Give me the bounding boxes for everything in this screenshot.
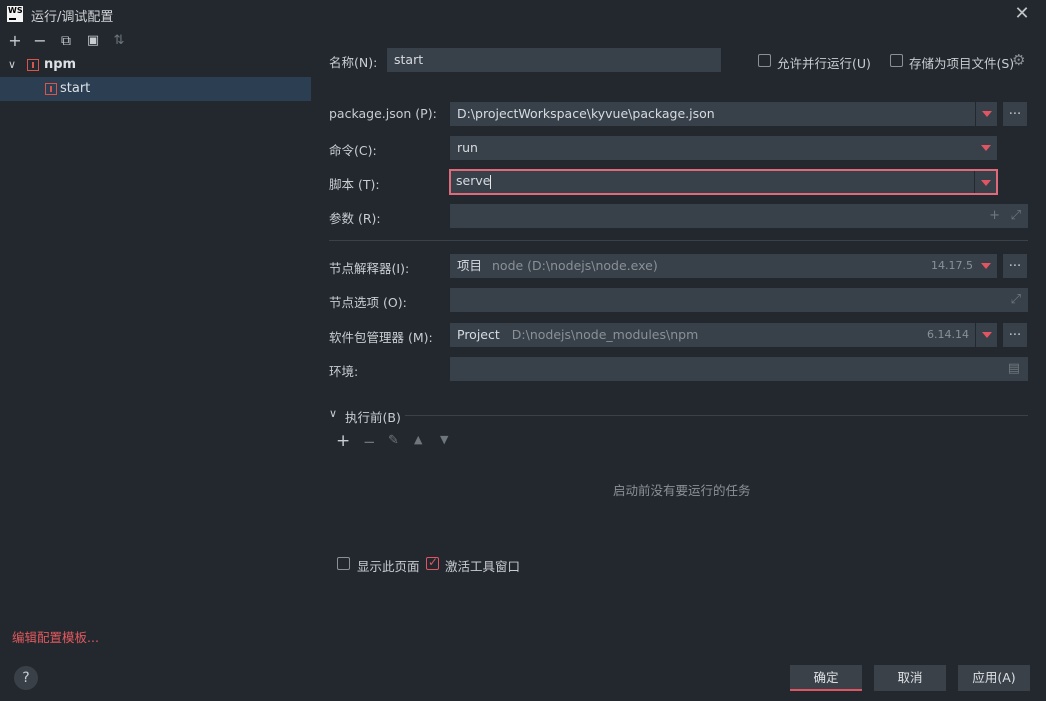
cancel-button[interactable]: 取消 bbox=[874, 665, 946, 691]
title-bar bbox=[0, 0, 1046, 28]
tree-item-label: start bbox=[60, 81, 91, 96]
args-input[interactable]: + ⤢ bbox=[450, 204, 1028, 228]
expand-icon[interactable]: ⤢ bbox=[1011, 204, 1021, 228]
new-folder-icon[interactable]: ▣ bbox=[84, 32, 102, 50]
apply-button[interactable]: 应用(A) bbox=[958, 665, 1030, 691]
divider bbox=[405, 415, 1028, 416]
browse-package-manager-button[interactable]: ... bbox=[1003, 323, 1027, 347]
parallel-label: 允许并行运行(U) bbox=[777, 56, 871, 71]
package-json-label: package.json (P): bbox=[329, 106, 437, 121]
package-manager-select[interactable]: Project D:\nodejs\node_modules\npm 6.14.… bbox=[450, 323, 997, 347]
remove-icon[interactable]: − bbox=[31, 32, 49, 50]
divider bbox=[329, 240, 1028, 241]
show-page-checkbox[interactable] bbox=[337, 557, 350, 570]
save-project-checkbox[interactable] bbox=[890, 54, 903, 67]
chevron-down-icon[interactable]: ∨ bbox=[329, 407, 337, 420]
tree-group-npm[interactable]: ∨ npm bbox=[0, 53, 311, 77]
add-task-icon[interactable]: + bbox=[336, 431, 350, 451]
browse-package-json-button[interactable]: ... bbox=[1003, 102, 1027, 126]
package-json-value: D:\projectWorkspace\kyvue\package.json bbox=[457, 106, 715, 121]
save-project-label: 存储为项目文件(S) bbox=[909, 56, 1015, 71]
move-up-icon[interactable]: ▲ bbox=[414, 433, 422, 446]
tree-item-start[interactable]: start bbox=[0, 77, 311, 101]
edit-templates-link[interactable]: 编辑配置模板... bbox=[12, 627, 99, 646]
interpreter-label: 节点解释器(I): bbox=[329, 261, 410, 276]
script-label: 脚本 (T): bbox=[329, 177, 380, 192]
interpreter-path: node (D:\nodejs\node.exe) bbox=[492, 258, 658, 273]
text-cursor bbox=[490, 174, 492, 189]
node-options-label: 节点选项 (O): bbox=[329, 295, 407, 310]
args-label: 参数 (R): bbox=[329, 211, 381, 226]
name-input[interactable]: start bbox=[387, 48, 721, 72]
show-page-label: 显示此页面 bbox=[357, 559, 420, 574]
gear-icon[interactable]: ⚙ bbox=[1012, 51, 1025, 69]
browse-interpreter-button[interactable]: ... bbox=[1003, 254, 1027, 278]
interpreter-select[interactable]: 项目 node (D:\nodejs\node.exe) 14.17.5 bbox=[450, 254, 997, 278]
package-manager-path: D:\nodejs\node_modules\npm bbox=[511, 327, 699, 342]
chevron-down-icon[interactable] bbox=[974, 171, 996, 193]
activate-tool-label: 激活工具窗口 bbox=[445, 559, 521, 574]
expand-icon[interactable]: ⤢ bbox=[1011, 288, 1021, 312]
package-json-select[interactable]: D:\projectWorkspace\kyvue\package.json bbox=[450, 102, 997, 126]
command-select[interactable]: run bbox=[450, 136, 997, 160]
chevron-down-icon[interactable] bbox=[975, 102, 997, 126]
interpreter-version: 14.17.5 bbox=[931, 259, 973, 272]
edit-task-icon[interactable]: ✎ bbox=[388, 433, 399, 448]
npm-icon bbox=[45, 83, 57, 95]
command-label: 命令(C): bbox=[329, 143, 377, 158]
node-options-input[interactable]: ⤢ bbox=[450, 288, 1028, 312]
chevron-down-icon[interactable]: ∨ bbox=[8, 58, 16, 71]
package-manager-version: 6.14.14 bbox=[927, 328, 969, 341]
env-input[interactable]: ▤ bbox=[450, 357, 1028, 381]
env-label: 环境: bbox=[329, 364, 359, 379]
script-combo[interactable]: serve bbox=[449, 169, 998, 195]
before-launch-label[interactable]: 执行前(B) bbox=[345, 407, 401, 426]
webstorm-logo-icon: WS bbox=[7, 6, 23, 22]
remove-task-icon[interactable]: − bbox=[363, 433, 376, 451]
package-manager-prefix: Project bbox=[457, 327, 500, 342]
document-icon[interactable]: ▤ bbox=[1008, 357, 1020, 381]
help-button[interactable]: ? bbox=[14, 666, 38, 690]
command-value: run bbox=[457, 140, 478, 155]
sort-icon[interactable]: ⇅ bbox=[110, 32, 128, 50]
ok-button[interactable]: 确定 bbox=[790, 665, 862, 691]
add-icon[interactable]: + bbox=[6, 32, 24, 50]
script-value[interactable]: serve bbox=[456, 173, 490, 188]
parallel-checkbox[interactable] bbox=[758, 54, 771, 67]
npm-icon bbox=[27, 59, 39, 71]
chevron-down-icon[interactable] bbox=[975, 136, 997, 160]
before-launch-empty-text: 启动前没有要运行的任务 bbox=[613, 483, 751, 498]
window-title: 运行/调试配置 bbox=[31, 10, 114, 25]
chevron-down-icon[interactable] bbox=[975, 254, 997, 278]
package-manager-label: 软件包管理器 (M): bbox=[329, 330, 433, 345]
activate-tool-checkbox[interactable] bbox=[426, 555, 439, 570]
plus-icon[interactable]: + bbox=[989, 204, 1000, 228]
move-down-icon[interactable]: ▼ bbox=[440, 433, 448, 446]
chevron-down-icon[interactable] bbox=[975, 323, 997, 347]
close-icon[interactable]: ✕ bbox=[1012, 4, 1032, 24]
tree-group-label: npm bbox=[44, 57, 77, 72]
copy-icon[interactable]: ⧉ bbox=[57, 32, 75, 50]
interpreter-prefix: 项目 bbox=[457, 258, 483, 273]
name-label: 名称(N): bbox=[329, 55, 378, 70]
